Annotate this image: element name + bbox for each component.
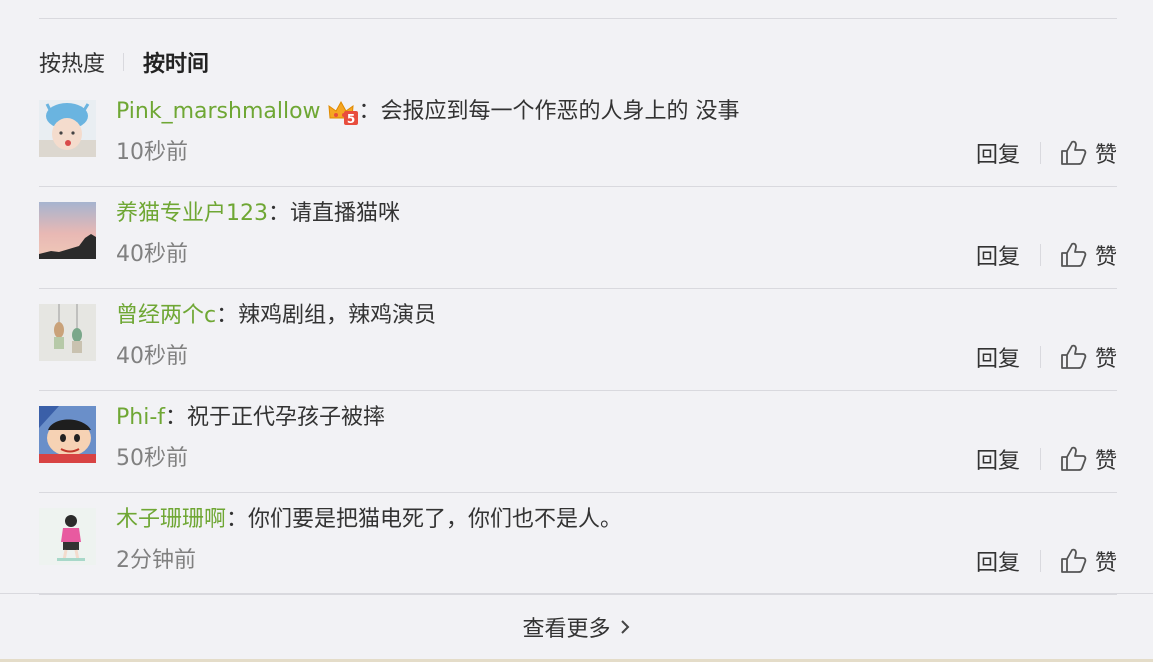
comment-item: 养猫专业户123 ： 请直播猫咪 40秒前 回复 赞 [39, 186, 1117, 289]
comment-item: Pink_marshmallow 5 ： 会报应到每一个作恶的人身上的 没事 1… [39, 84, 1117, 187]
colon-separator: ： [226, 507, 249, 532]
reply-button[interactable]: 回复 [976, 137, 1020, 169]
comment-timestamp: 50秒前 [116, 446, 188, 471]
comment-timestamp: 2分钟前 [116, 548, 196, 573]
tab-sort-by-time[interactable]: 按时间 [143, 46, 209, 78]
reply-button[interactable]: 回复 [976, 443, 1020, 475]
comment-text: 会报应到每一个作恶的人身上的 没事 [380, 99, 740, 124]
comment-panel: 按热度 按时间 Pink_marshmallow 5 ： 会报应到每一个作恶的人… [0, 0, 1153, 662]
avatar[interactable] [39, 202, 96, 259]
comment-item: 曾经两个c ： 辣鸡剧组，辣鸡演员 40秒前 回复 赞 [39, 288, 1117, 391]
action-divider [1039, 550, 1041, 572]
avatar[interactable] [39, 304, 96, 361]
avatar[interactable] [39, 100, 96, 157]
thumbs-up-icon [1061, 446, 1087, 471]
comment-text: 请直播猫咪 [290, 201, 401, 226]
like-button[interactable]: 赞 [1059, 239, 1117, 271]
action-divider [1039, 448, 1041, 470]
reply-button[interactable]: 回复 [976, 545, 1020, 577]
like-button[interactable]: 赞 [1059, 443, 1117, 475]
action-divider [1039, 142, 1041, 164]
colon-separator: ： [165, 405, 188, 430]
thumbs-up-icon [1061, 344, 1087, 369]
comment-text: 你们要是把猫电死了，你们也不是人。 [248, 507, 623, 532]
username-link[interactable]: 曾经两个c [116, 300, 216, 332]
action-divider [1039, 244, 1041, 266]
like-button[interactable]: 赞 [1059, 545, 1117, 577]
like-label: 赞 [1094, 143, 1117, 168]
thumbs-up-icon [1061, 140, 1087, 165]
comment-actions: 回复 赞 [976, 341, 1117, 373]
comment-timestamp: 40秒前 [116, 242, 188, 267]
username-link[interactable]: 木子珊珊啊 [116, 504, 226, 536]
view-more-label: 查看更多 [522, 617, 611, 642]
badge-level-number: 5 [346, 112, 354, 126]
comment-actions: 回复 赞 [976, 137, 1117, 169]
comment-item: Phi-f ： 祝于正代孕孩子被摔 50秒前 回复 赞 [39, 390, 1117, 493]
like-label: 赞 [1094, 551, 1117, 576]
like-label: 赞 [1094, 347, 1117, 372]
comment-actions: 回复 赞 [976, 545, 1117, 577]
colon-separator: ： [216, 303, 239, 328]
comment-timestamp: 10秒前 [116, 140, 188, 165]
member-badge-icon: 5 [327, 98, 359, 126]
avatar[interactable] [39, 406, 96, 463]
thumbs-up-icon [1061, 242, 1087, 267]
comment-text: 祝于正代孕孩子被摔 [187, 405, 386, 430]
sort-tabs: 按热度 按时间 [39, 46, 209, 78]
comment-timestamp: 40秒前 [116, 344, 188, 369]
colon-separator: ： [358, 99, 381, 124]
like-button[interactable]: 赞 [1059, 341, 1117, 373]
view-more-button[interactable]: 查看更多 [0, 593, 1153, 660]
action-divider [1039, 346, 1041, 368]
chevron-right-icon [620, 620, 629, 634]
comment-actions: 回复 赞 [976, 443, 1117, 475]
comment-item: 木子珊珊啊 ： 你们要是把猫电死了，你们也不是人。 2分钟前 回复 赞 [39, 492, 1117, 595]
reply-button[interactable]: 回复 [976, 239, 1020, 271]
like-label: 赞 [1094, 449, 1117, 474]
tab-sort-by-popularity[interactable]: 按热度 [39, 46, 105, 78]
username-link[interactable]: 养猫专业户123 [116, 198, 268, 230]
like-button[interactable]: 赞 [1059, 137, 1117, 169]
top-divider [39, 18, 1117, 19]
sort-divider [123, 53, 125, 71]
comment-actions: 回复 赞 [976, 239, 1117, 271]
comment-text: 辣鸡剧组，辣鸡演员 [238, 303, 437, 328]
username-link[interactable]: Pink_marshmallow [116, 96, 321, 128]
avatar[interactable] [39, 508, 96, 565]
username-link[interactable]: Phi-f [116, 402, 165, 434]
reply-button[interactable]: 回复 [976, 341, 1020, 373]
colon-separator: ： [268, 201, 291, 226]
like-label: 赞 [1094, 245, 1117, 270]
thumbs-up-icon [1061, 548, 1087, 573]
